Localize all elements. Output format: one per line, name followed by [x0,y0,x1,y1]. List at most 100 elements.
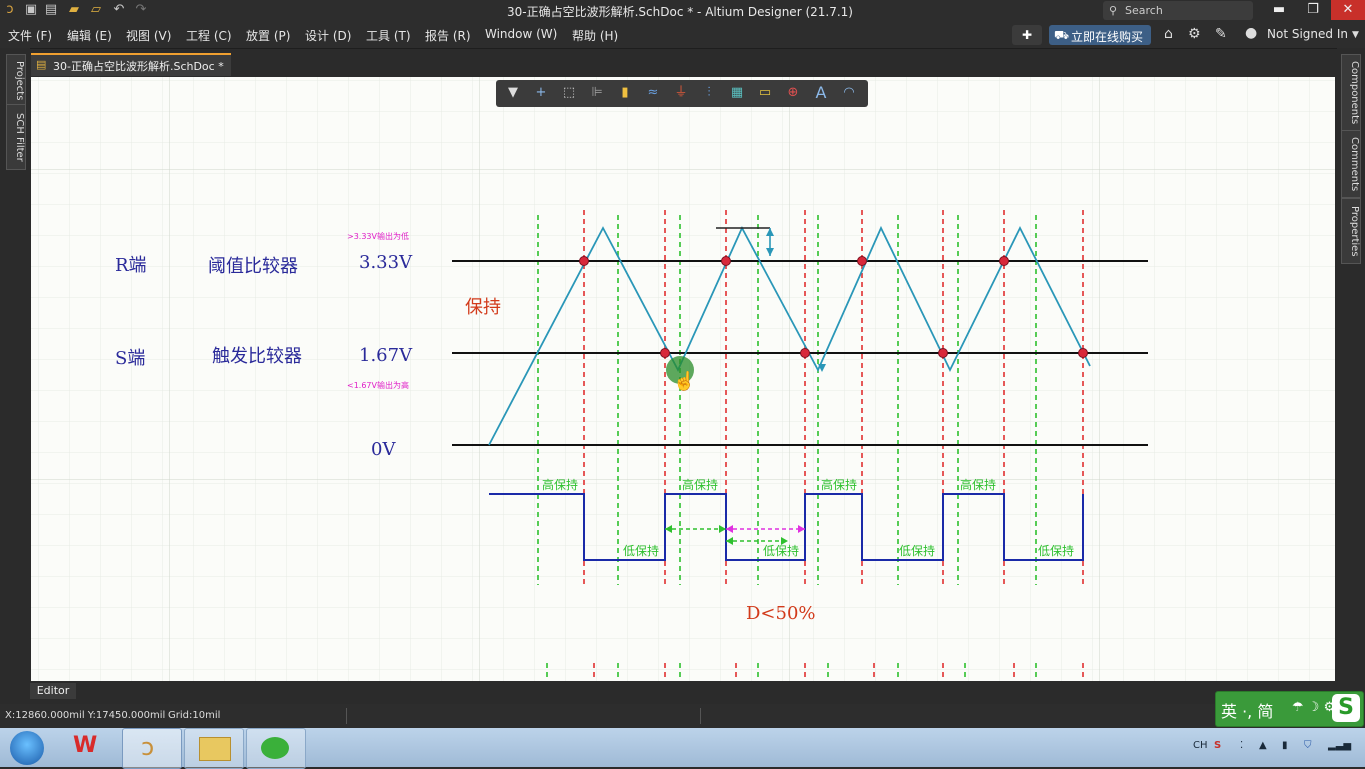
grid-size: Grid:10mil [168,710,221,721]
tab-comments[interactable]: Comments [1341,130,1361,198]
gear-icon[interactable]: ⚙ [1188,26,1201,42]
start-orb-icon[interactable] [2,728,50,767]
menu-bar: 文件 (F) 编辑 (E) 视图 (V) 工程 (C) 放置 (P) 设计 (D… [0,22,1365,49]
restore-button[interactable]: ❐ [1296,0,1330,20]
altium-logo-icon: ↄ [6,2,14,17]
search-icon: ⚲ [1109,4,1118,17]
schematic-active-bar: ▼ + ⬚ ⊫ ▮ ≈ ⏚ ⫶ ▦ ▭ ⊕ A ◠ [496,80,868,107]
tray-shield-icon[interactable]: ⛉ [1304,740,1312,751]
open-icon[interactable]: ▰ [67,3,81,17]
title-bar: ↄ ▣ ▤ ▰ ▱ ↶ ↷ 30-正确占空比波形解析.SchDoc * - Al… [0,0,1365,22]
schematic-drawing: ☝ R端 阈值比较器 3.33V >3.33V输出为低保持 S端 触发比较器 1.67V <1… [31,77,1335,681]
document-icon: ▤ [36,58,47,71]
save-icon[interactable]: ▣ [24,3,38,17]
editor-tab[interactable]: Editor [30,683,76,699]
low-hold-label: 低保持 [899,543,935,558]
user-icon[interactable]: ● [1245,25,1257,41]
hold-label: 保持 [465,297,501,318]
tray-punctuation-icon[interactable]: ⁚ [1240,740,1243,751]
home-icon[interactable]: ⌂ [1164,26,1173,42]
open-project-icon[interactable]: ▱ [89,3,103,17]
right-panel-strip: Components Comments Properties [1337,48,1365,684]
crossing-point [579,256,589,266]
minimize-button[interactable]: ▬ [1262,0,1296,20]
status-divider [346,708,347,724]
power-icon[interactable]: ⏚ [672,84,690,102]
menu-design[interactable]: 设计 (D) [305,27,351,44]
buy-online-label: 立即在线购买 [1071,30,1144,44]
wechat-icon[interactable] [246,728,306,769]
document-tab-label: 30-正确占空比波形解析.SchDoc * [53,60,224,73]
menu-view[interactable]: 视图 (V) [126,27,171,44]
crossing-point [857,256,867,266]
low-hold-label: 低保持 [623,543,659,558]
crossing-point [938,348,948,358]
hand-cursor-icon: ☝ [673,370,695,392]
document-tab[interactable]: ▤ 30-正确占空比波形解析.SchDoc * [31,53,231,76]
redo-icon[interactable]: ↷ [134,3,148,17]
search-input[interactable]: ⚲ Search [1103,1,1253,20]
menu-reports[interactable]: 报告 (R) [425,27,471,44]
schematic-canvas[interactable]: ☝ R端 阈值比较器 3.33V >3.33V输出为低 保持 S端 触发比较器 1.67V <1… [31,77,1335,681]
search-placeholder: Search [1125,4,1163,17]
menu-file[interactable]: 文件 (F) [8,27,52,44]
S-terminal-label: S端 [115,348,145,369]
tray-device-icon[interactable]: ▮ [1282,740,1288,751]
account-status[interactable]: Not Signed In [1267,27,1348,41]
undo-icon[interactable]: ↶ [112,3,126,17]
crossing-point [660,348,670,358]
harness-icon[interactable]: ▦ [728,84,746,102]
close-button[interactable]: ✕ [1331,0,1365,20]
tray-language[interactable]: CH [1193,740,1208,751]
duty-cycle-label: D<50% [746,603,816,624]
menu-help[interactable]: 帮助 (H) [572,27,618,44]
directive-icon[interactable]: ⊕ [784,84,802,102]
crossing-point [721,256,731,266]
tray-show-hidden-icon[interactable]: ▲ [1259,740,1267,751]
port-icon[interactable]: ▭ [756,84,774,102]
buy-online-button[interactable]: ⛟ 立即在线购买 [1049,25,1151,45]
component-icon[interactable]: ▮ [616,84,634,102]
left-panel-strip: Projects SCH Filter [0,48,30,684]
tab-projects[interactable]: Projects [6,54,26,108]
taskbar: W ↄ CH S ⁚ ▲ ▮ ⛉ ▂▃▅ [0,728,1365,769]
tab-properties[interactable]: Properties [1341,198,1361,264]
align-icon[interactable]: ⊫ [588,84,606,102]
ime-mode[interactable]: 英 ·, 简 [1221,698,1273,722]
chevron-down-icon[interactable]: ▼ [1352,30,1359,40]
menu-edit[interactable]: 编辑 (E) [67,27,112,44]
tray-sogou-icon[interactable]: S [1214,740,1221,751]
text-icon[interactable]: A [812,84,830,102]
chat-icon: ✚ [1021,28,1033,42]
wps-icon[interactable]: W [60,728,118,767]
tab-sch-filter[interactable]: SCH Filter [6,104,26,170]
high-hold-label: 高保持 [821,477,857,492]
sogou-logo-icon[interactable]: S [1332,694,1360,722]
arc-icon[interactable]: ◠ [840,84,858,102]
cart-icon: ⛟ [1054,28,1070,42]
crosshair-icon[interactable]: + [532,84,550,102]
s-voltage-label: 1.67V [359,345,413,366]
menu-project[interactable]: 工程 (C) [186,27,232,44]
tab-components[interactable]: Components [1341,54,1361,132]
menu-tools[interactable]: 工具 (T) [366,27,411,44]
r-note-label: >3.33V输出为低 [347,231,409,241]
feedback-button[interactable]: ✚ [1012,25,1042,45]
high-hold-label: 高保持 [542,477,578,492]
ime-toolbar[interactable]: 英 ·, 简 ☂ ☽ ⚙ S [1215,691,1364,727]
r-voltage-label: 3.33V [359,252,413,273]
select-rect-icon[interactable]: ⬚ [560,84,578,102]
wire-icon[interactable]: ≈ [644,84,662,102]
bus-icon[interactable]: ⫶ [700,84,718,102]
ime-tools-icon[interactable]: ☂ ☽ ⚙ [1292,700,1335,715]
menu-window[interactable]: Window (W) [485,27,557,41]
filter-icon[interactable]: ▼ [504,84,522,102]
crossing-point [999,256,1009,266]
tray-network-icon[interactable]: ▂▃▅ [1328,740,1351,751]
altium-icon[interactable]: ↄ [122,728,182,769]
extensions-icon[interactable]: ✎ [1215,26,1227,42]
menu-place[interactable]: 放置 (P) [246,27,290,44]
crossing-point [800,348,810,358]
explorer-icon[interactable] [184,728,244,769]
save-all-icon[interactable]: ▤ [44,3,58,17]
